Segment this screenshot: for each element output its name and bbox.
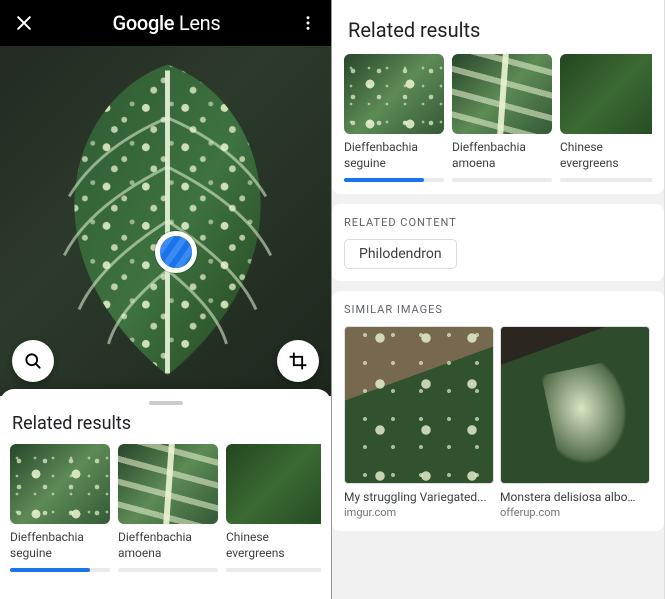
section-label: SIMILAR IMAGES [344, 303, 652, 316]
result-card-row: Dieffenbachia seguine Dieffenbachia amoe… [344, 54, 652, 182]
result-label: Dieffenbachia seguine [344, 140, 444, 172]
result-thumb [344, 54, 444, 134]
similar-thumb [344, 326, 494, 484]
result-label: Dieffenbachia seguine [10, 530, 110, 562]
similar-source: offerup.com [500, 506, 650, 519]
result-label: Chinese evergreens [226, 530, 321, 562]
result-card[interactable]: Chinese evergreens [560, 54, 652, 182]
focus-marker[interactable] [155, 231, 197, 273]
subject-leaf [20, 56, 315, 386]
similar-images-section: SIMILAR IMAGES My struggling Variegated.… [332, 291, 664, 531]
result-card[interactable]: Dieffenbachia amoena [118, 444, 218, 572]
lens-header: Google Lens [0, 0, 331, 46]
similar-caption: My struggling Variegated... [344, 490, 494, 504]
similar-thumb [500, 326, 650, 484]
confidence-bar [118, 568, 218, 572]
section-label: RELATED CONTENT [344, 216, 652, 229]
related-results-section: Related results Dieffenbachia seguine Di… [332, 0, 664, 194]
results-screen: Related results Dieffenbachia seguine Di… [332, 0, 664, 599]
result-label: Dieffenbachia amoena [118, 530, 218, 562]
result-label: Dieffenbachia amoena [452, 140, 552, 172]
more-vert-icon[interactable] [299, 14, 317, 32]
result-card-row: Dieffenbachia seguine Dieffenbachia amoe… [10, 444, 321, 572]
section-title: Related results [348, 18, 652, 42]
close-icon[interactable] [14, 13, 34, 33]
results-sheet[interactable]: Related results Dieffenbachia seguine Di… [0, 389, 331, 599]
result-card[interactable]: Chinese evergreens [226, 444, 321, 572]
result-card[interactable]: Dieffenbachia seguine [10, 444, 110, 572]
result-label: Chinese evergreens [560, 140, 652, 172]
result-thumb [560, 54, 652, 134]
similar-source: imgur.com [344, 506, 494, 519]
result-card[interactable]: Dieffenbachia seguine [344, 54, 444, 182]
lens-screen: Google Lens [0, 0, 332, 599]
result-card[interactable]: Dieffenbachia amoena [452, 54, 552, 182]
related-content-section: RELATED CONTENT Philodendron [332, 204, 664, 281]
similar-row: My struggling Variegated... imgur.com Mo… [344, 326, 652, 519]
result-thumb [226, 444, 321, 524]
similar-caption: Monstera delisiosa albo… [500, 490, 650, 504]
app-title: Google Lens [113, 11, 221, 35]
search-button[interactable] [12, 340, 54, 382]
similar-card[interactable]: My struggling Variegated... imgur.com [344, 326, 494, 519]
related-chip[interactable]: Philodendron [344, 239, 457, 269]
confidence-bar [10, 568, 110, 572]
result-thumb [452, 54, 552, 134]
confidence-bar [452, 178, 552, 182]
confidence-bar [226, 568, 321, 572]
crop-button[interactable] [277, 340, 319, 382]
result-thumb [10, 444, 110, 524]
sheet-handle[interactable] [149, 401, 183, 405]
result-thumb [118, 444, 218, 524]
confidence-bar [560, 178, 652, 182]
similar-card[interactable]: Monstera delisiosa albo… offerup.com [500, 326, 650, 519]
sheet-title: Related results [12, 413, 319, 434]
camera-viewport[interactable] [0, 46, 331, 396]
confidence-bar [344, 178, 444, 182]
